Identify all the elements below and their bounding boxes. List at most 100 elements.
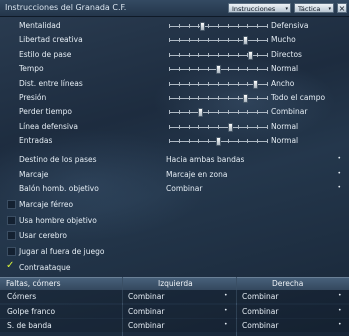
- slider-tick: [257, 52, 259, 57]
- slider-label: Entradas: [19, 136, 53, 146]
- slider-tick: [178, 67, 180, 72]
- slider-tick: [227, 96, 229, 100]
- dropdown-value: Hacia ambas bandas: [166, 155, 245, 164]
- slider-tick: [208, 81, 210, 86]
- slider-tick: [227, 67, 229, 72]
- slider-handle[interactable]: [248, 50, 254, 60]
- dropdown-arrow-icon: •: [337, 184, 341, 191]
- slider-track[interactable]: [169, 50, 268, 60]
- tactics-button[interactable]: Táctica ▾: [294, 3, 334, 13]
- left-side-select[interactable]: Combinar: [128, 292, 164, 301]
- slider-tick: [178, 81, 180, 86]
- slider-tick: [169, 52, 170, 57]
- checkbox-row[interactable]: ✓ Contraataque: [0, 260, 349, 275]
- slider-tick: [169, 124, 170, 129]
- slider-tick: [178, 139, 180, 144]
- slider-tick: [178, 52, 180, 57]
- slider-handle[interactable]: [243, 94, 249, 103]
- dropdown-select[interactable]: Marcaje en zona •: [166, 169, 342, 181]
- slider-tick: [257, 139, 259, 144]
- slider-tick: [178, 38, 180, 43]
- title-bar: Instrucciones del Granada C.F. Instrucci…: [0, 0, 349, 17]
- slider-track[interactable]: [169, 137, 268, 147]
- slider-tick: [267, 81, 268, 86]
- slider-tick: [198, 67, 200, 72]
- slider-value: Mucho: [271, 35, 296, 45]
- slider-track[interactable]: [169, 79, 268, 89]
- slider-handle[interactable]: [253, 79, 259, 89]
- checkbox-row[interactable]: Usa hombre objetivo: [0, 214, 349, 228]
- dropdown-arrow-icon: •: [224, 306, 228, 314]
- slider-tick: [237, 81, 239, 86]
- dropdown-arrow-icon: •: [224, 292, 228, 299]
- checkbox-row[interactable]: Jugar al fuera de juego: [0, 245, 349, 259]
- slider-track[interactable]: [169, 94, 268, 103]
- slider-handle[interactable]: [215, 65, 221, 75]
- dropdown-label: Destino de los pases: [19, 155, 97, 164]
- slider-value: Combinar: [271, 107, 308, 117]
- checkbox[interactable]: [7, 200, 16, 209]
- slider-row: Mentalidad Defensiva: [0, 19, 349, 33]
- slider-tick: [218, 96, 219, 100]
- slider-tick: [227, 110, 229, 115]
- slider-tick: [218, 52, 219, 57]
- slider-tick: [188, 124, 190, 129]
- slider-tick: [178, 124, 180, 129]
- slider-track[interactable]: [169, 22, 268, 31]
- slider-tick: [247, 139, 249, 144]
- slider-tick: [237, 24, 239, 28]
- slider-handle[interactable]: [215, 137, 221, 147]
- slider-handle[interactable]: [243, 36, 249, 46]
- checkbox[interactable]: [7, 247, 16, 257]
- dropdown-label: Marcaje: [19, 169, 49, 179]
- chevron-down-icon: ▾: [328, 6, 331, 12]
- slider-tick: [257, 124, 259, 129]
- left-side-select[interactable]: Combinar: [128, 321, 164, 330]
- slider-label: Libertad creativa: [19, 35, 83, 45]
- dropdown-select[interactable]: Hacia ambas bandas •: [166, 154, 342, 166]
- slider-row: Tempo Normal: [0, 62, 349, 76]
- right-side-select[interactable]: Combinar: [242, 307, 278, 316]
- slider-label: Mentalidad: [19, 21, 61, 30]
- dropdown-value: Combinar: [166, 184, 203, 193]
- slider-track[interactable]: [169, 36, 268, 46]
- checkbox[interactable]: [7, 231, 16, 241]
- slider-handle[interactable]: [199, 22, 205, 31]
- dropdown-select[interactable]: Combinar •: [166, 183, 342, 195]
- checkbox-label: Usa hombre objetivo: [19, 215, 97, 225]
- slider-tick: [247, 81, 249, 86]
- slider-handle[interactable]: [228, 122, 234, 132]
- slider-tick: [169, 24, 170, 28]
- slider-handle[interactable]: [197, 108, 203, 118]
- slider-tick: [188, 52, 190, 57]
- instructions-button[interactable]: Instrucciones ▾: [228, 3, 291, 13]
- dropdown-label: Balón homb. objetivo: [19, 184, 99, 193]
- checkbox[interactable]: [7, 215, 16, 225]
- slider-tick: [257, 38, 259, 43]
- dropdown-arrow-icon: •: [338, 292, 342, 299]
- checkbox-row[interactable]: Marcaje férreo: [0, 198, 349, 212]
- slider-tick: [198, 52, 200, 57]
- slider-tick: [218, 110, 219, 115]
- slider-track[interactable]: [169, 65, 268, 75]
- checkbox-label: Jugar al fuera de juego: [19, 247, 105, 257]
- slider-value: Todo el campo: [271, 93, 326, 102]
- left-side-select[interactable]: Combinar: [128, 307, 164, 316]
- slider-tick: [218, 124, 219, 129]
- dropdown-row: Destino de los pases Hacia ambas bandas •: [0, 153, 349, 167]
- right-side-select[interactable]: Combinar: [242, 321, 278, 330]
- slider-row: Estilo de pase Directos: [0, 48, 349, 62]
- slider-tick: [227, 139, 229, 144]
- right-side-select[interactable]: Combinar: [242, 292, 278, 301]
- close-button[interactable]: ×: [337, 3, 347, 13]
- slider-tick: [257, 24, 259, 28]
- slider-track[interactable]: [169, 122, 268, 132]
- checkbox-row[interactable]: Usar cerebro: [0, 229, 349, 243]
- slider-tick: [227, 38, 229, 43]
- dropdown-row: Balón homb. objetivo Combinar •: [0, 182, 349, 196]
- checkmark-icon[interactable]: ✓: [6, 260, 14, 271]
- slider-track[interactable]: [169, 108, 268, 118]
- slider-tick: [198, 38, 200, 43]
- set-pieces-header: Faltas, córners Izquierda Derecha: [0, 277, 349, 290]
- team-instructions-panel: Instrucciones del Granada C.F. Instrucci…: [0, 0, 349, 336]
